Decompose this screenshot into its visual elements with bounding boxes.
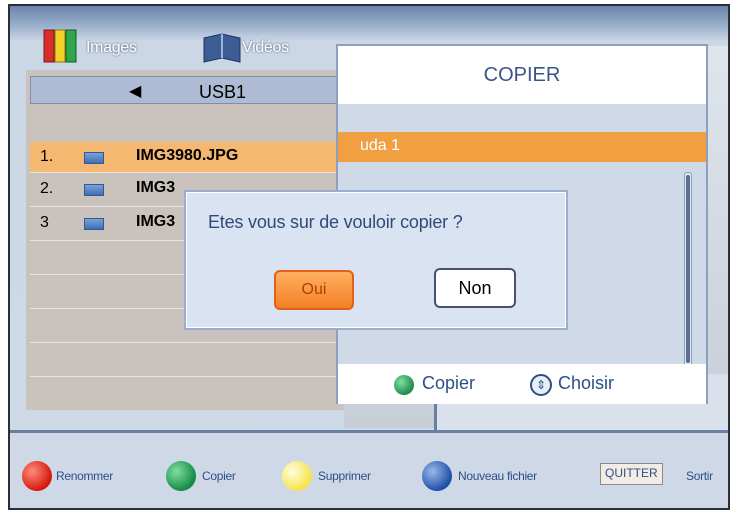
- yellow-button-icon[interactable]: [282, 461, 312, 491]
- file-icon: [84, 184, 104, 196]
- file-name: IMG3980.JPG: [136, 147, 239, 164]
- copy-dialog-title: COPIER: [483, 64, 561, 86]
- file-icon: [84, 152, 104, 164]
- scrollbar[interactable]: [684, 172, 692, 372]
- destination-label: uda 1: [360, 137, 401, 154]
- copy-hint[interactable]: Copier: [202, 469, 236, 483]
- tv-media-browser-screen: Images Vidéos ◀ USB1 1. IMG3980.JPG 2. I…: [8, 4, 730, 510]
- device-label: USB1: [199, 82, 247, 102]
- file-row[interactable]: 1. IMG3980.JPG: [30, 142, 344, 172]
- row-divider: [30, 342, 344, 343]
- yes-button-label: Oui: [301, 281, 327, 298]
- row-divider: [30, 376, 344, 377]
- choose-action-label[interactable]: Choisir: [558, 373, 614, 394]
- left-arrow-icon[interactable]: ◀: [129, 81, 141, 101]
- yes-button[interactable]: Oui: [274, 270, 354, 310]
- row-number: 2.: [40, 180, 54, 197]
- no-button[interactable]: Non: [434, 268, 516, 308]
- images-bars-icon[interactable]: [42, 28, 86, 64]
- tab-videos[interactable]: Vidéos: [242, 39, 289, 57]
- rename-hint[interactable]: Renommer: [56, 469, 113, 483]
- tab-images[interactable]: Images: [86, 39, 137, 57]
- row-divider: [30, 172, 344, 173]
- color-key-hint-bar: Renommer Copier Supprimer Nouveau fichie…: [10, 430, 728, 508]
- file-icon: [84, 218, 104, 230]
- row-number: 3: [40, 214, 49, 231]
- green-button-icon[interactable]: [166, 461, 196, 491]
- copy-dialog-footer: Copier ⇕ Choisir: [338, 364, 706, 404]
- exit-hint[interactable]: Sortir: [686, 469, 713, 483]
- red-button-icon[interactable]: [22, 461, 52, 491]
- green-button-icon[interactable]: [394, 375, 414, 395]
- delete-hint[interactable]: Supprimer: [318, 469, 371, 483]
- scrollbar-thumb[interactable]: [686, 175, 690, 363]
- file-name: IMG3: [136, 213, 176, 230]
- up-down-navigate-icon[interactable]: ⇕: [530, 374, 552, 396]
- confirm-dialog: Etes vous sur de vouloir copier ? Oui No…: [184, 190, 568, 330]
- copy-action-label[interactable]: Copier: [422, 373, 475, 394]
- video-book-icon[interactable]: [202, 32, 242, 64]
- new-file-hint[interactable]: Nouveau fichier: [458, 469, 537, 483]
- quit-key[interactable]: QUITTER: [600, 463, 663, 485]
- confirm-question: Etes vous sur de vouloir copier ?: [208, 212, 463, 232]
- file-name: IMG3: [136, 179, 176, 196]
- device-selector[interactable]: ◀ USB1: [30, 76, 342, 104]
- row-number: 1.: [40, 148, 54, 165]
- blue-button-icon[interactable]: [422, 461, 452, 491]
- copy-dialog-header: COPIER: [338, 46, 706, 104]
- no-button-label: Non: [458, 278, 492, 298]
- destination-item[interactable]: uda 1: [338, 132, 706, 162]
